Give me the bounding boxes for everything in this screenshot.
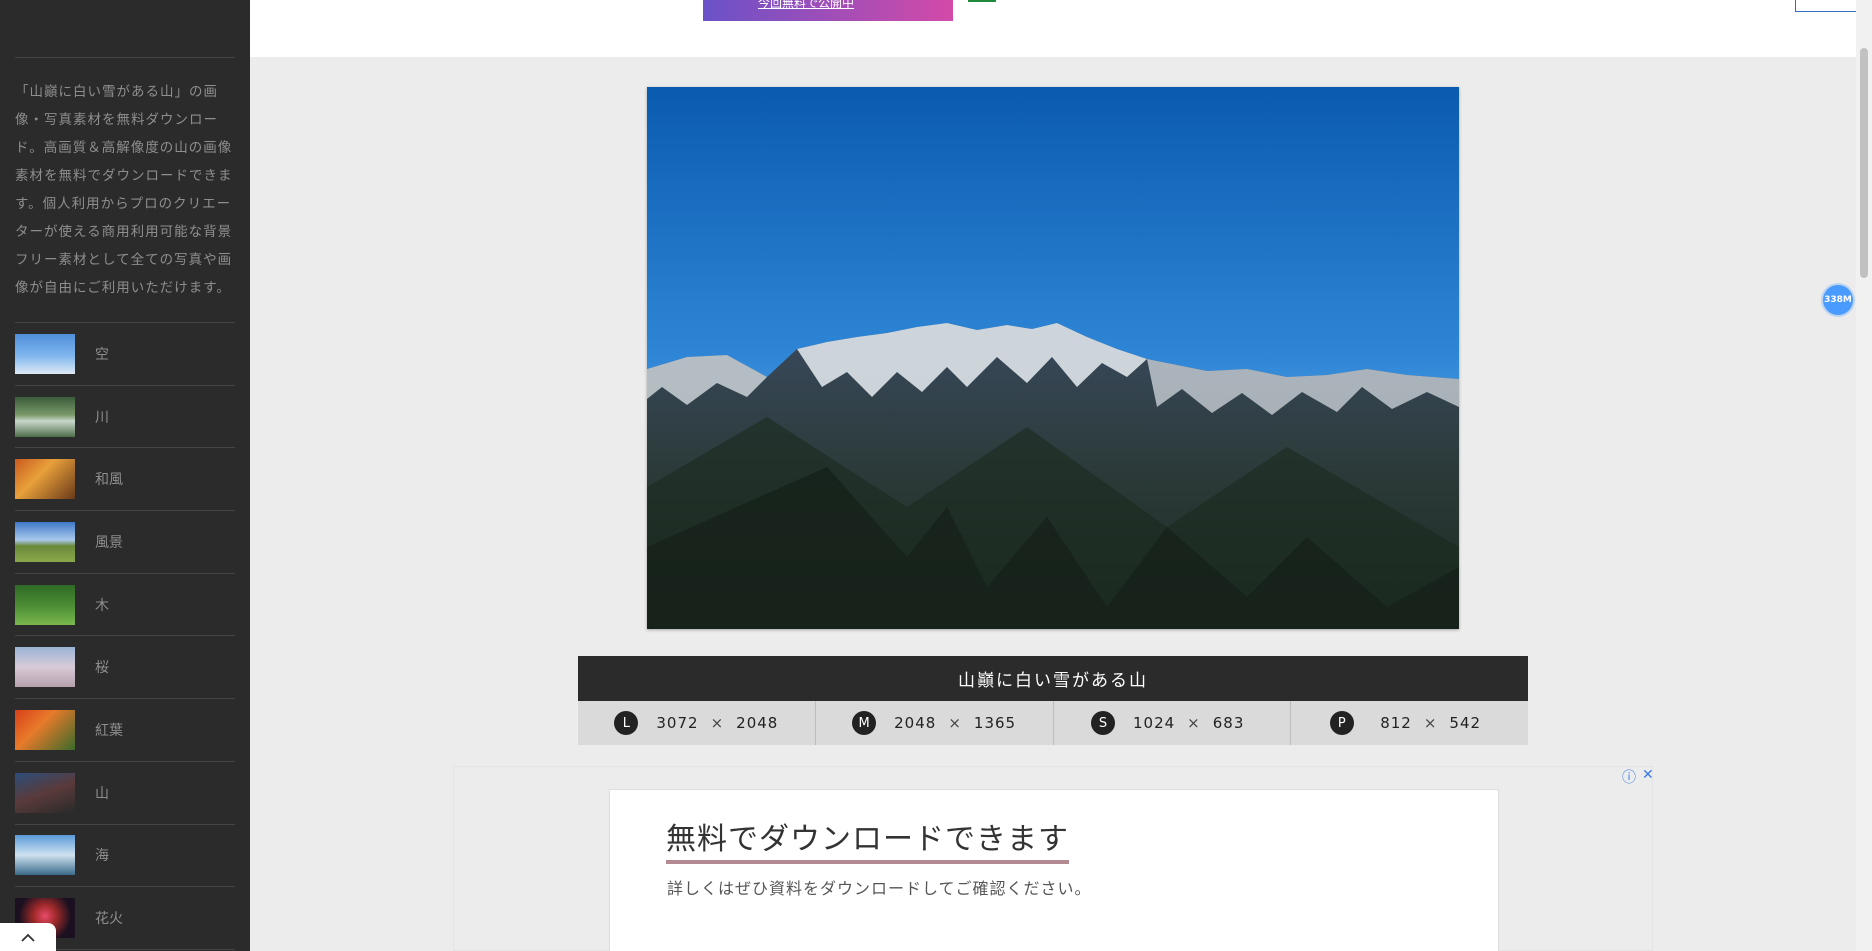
category-thumbnail-river [15,396,75,437]
size-separator: × [710,714,725,732]
size-width: 2048 [894,714,937,732]
download-size-preview[interactable]: P 812 × 542 [1291,701,1528,745]
ad-close-icon[interactable]: ✕ [1642,767,1654,787]
size-badge: P [1329,711,1354,735]
size-height: 2048 [736,714,779,732]
category-thumbnail-landscape [15,521,75,562]
category-thumbnail-japanese [15,459,75,500]
banner-ad-text[interactable]: 今回無料で公開中 [758,0,854,11]
size-separator: × [1187,714,1201,732]
size-height: 1365 [973,714,1017,732]
size-badge: S [1090,711,1115,735]
category-thumbnail-autumn [15,709,75,750]
memory-badge[interactable]: 338M [1823,285,1853,315]
size-width: 1024 [1132,714,1176,732]
header: 今回無料で公開中 [250,0,1872,57]
ad-block: ⓘ ✕ 無料でダウンロードできます 詳しくはぜひ資料をダウンロードしてご確認くだ… [453,766,1654,951]
category-thumbnail-tree [15,584,75,625]
category-item-sky[interactable]: 空 [15,323,235,386]
header-accent-line [968,0,996,2]
download-size-options: L 3072 × 2048 M 2048 × 1365 S 1024 × 683… [578,701,1528,745]
category-label: 山 [95,785,109,802]
category-item-sea[interactable]: 海 [15,825,235,888]
category-label: 空 [95,346,109,363]
category-label: 海 [95,848,109,865]
category-thumbnail-mountain [15,772,75,813]
category-label: 花火 [95,911,123,928]
category-label: 桜 [95,660,109,677]
category-item-river[interactable]: 川 [15,386,235,449]
category-thumbnail-sea [15,835,75,876]
category-item-sakura[interactable]: 桜 [15,636,235,700]
category-label: 和風 [95,472,123,489]
size-width: 3072 [656,714,699,732]
category-list: 空 川 和風 風景 木 桜 紅葉 山 海 花火 [15,323,235,950]
snowy-mountain-image [647,87,1459,629]
size-height: 683 [1212,714,1245,732]
banner-ad[interactable]: 今回無料で公開中 [703,0,953,21]
size-separator: × [948,714,962,732]
ad-controls: ⓘ ✕ [1622,767,1654,787]
download-size-large[interactable]: L 3072 × 2048 [578,701,816,745]
scrollbar[interactable] [1856,0,1872,951]
size-height: 542 [1449,714,1482,732]
category-item-autumn[interactable]: 紅葉 [15,699,235,762]
size-width: 812 [1380,714,1412,732]
category-label: 川 [95,409,109,426]
photo-title: 山巓に白い雪がある山 [578,656,1528,701]
ad-info-icon[interactable]: ⓘ [1622,767,1636,787]
main-photo[interactable] [647,87,1459,629]
download-size-medium[interactable]: M 2048 × 1365 [816,701,1054,745]
category-label: 風景 [95,534,123,551]
category-item-landscape[interactable]: 風景 [15,511,235,574]
category-thumbnail-sky [15,333,75,374]
size-badge: L [614,711,639,735]
category-item-tree[interactable]: 木 [15,574,235,637]
ad-card[interactable]: 無料でダウンロードできます 詳しくはぜひ資料をダウンロードしてご確認ください。 [609,789,1499,951]
sidebar-description: 「山巓に白い雪がある山」の画像・写真素材を無料ダウンロード。高画質＆高解像度の山… [15,84,233,296]
category-label: 木 [95,597,109,614]
chevron-up-icon [21,933,35,942]
download-size-small[interactable]: S 1024 × 683 [1054,701,1292,745]
back-to-top-button[interactable] [0,923,56,951]
category-item-japanese[interactable]: 和風 [15,448,235,512]
size-separator: × [1423,714,1438,732]
size-badge: M [852,711,877,735]
category-item-mountain[interactable]: 山 [15,762,235,825]
category-label: 紅葉 [95,722,123,739]
ad-subtext: 詳しくはぜひ資料をダウンロードしてご確認ください。 [667,879,1092,898]
sidebar: 「山巓に白い雪がある山」の画像・写真素材を無料ダウンロード。高画質＆高解像度の山… [0,0,250,951]
divider [15,57,235,58]
scrollbar-thumb[interactable] [1860,48,1868,278]
ad-headline[interactable]: 無料でダウンロードできます [666,822,1069,864]
category-thumbnail-sakura [15,647,75,688]
